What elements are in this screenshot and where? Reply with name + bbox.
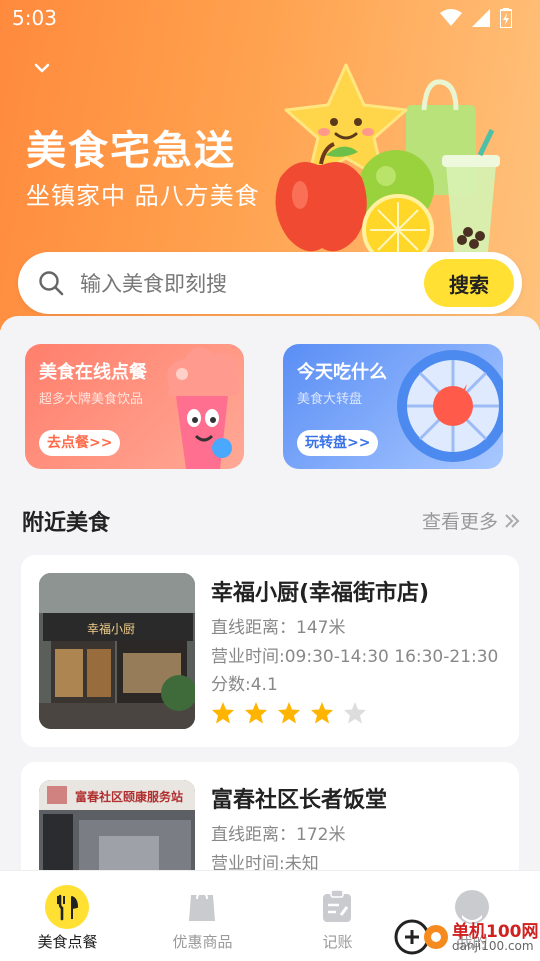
fruit-illustration: [275, 63, 500, 260]
hero-title: 美食宅急送: [26, 128, 236, 174]
restaurant-name: 富春社区长者饭堂: [211, 788, 388, 813]
signal-icon: [472, 9, 490, 27]
tab-deals[interactable]: 优惠商品: [135, 871, 270, 961]
promo-subtitle: 美食大转盘: [297, 392, 363, 407]
battery-icon: [500, 8, 512, 28]
star-filled-icon: [245, 702, 267, 724]
order-now-button[interactable]: 去点餐>>: [39, 430, 121, 456]
tab-label: 美食点餐: [37, 933, 98, 951]
status-time: 5:03: [12, 6, 57, 30]
restaurant-photo: 幸福小厨: [39, 573, 195, 729]
tab-food-order[interactable]: 美食点餐: [0, 871, 135, 961]
search-button[interactable]: 搜索: [424, 259, 514, 307]
utensils-icon: [45, 885, 89, 929]
spin-wheel-button[interactable]: 玩转盘>>: [297, 430, 379, 456]
view-more-label: 查看更多: [421, 511, 498, 533]
restaurant-distance: 直线距离：147米: [211, 618, 346, 638]
tab-bookkeeping[interactable]: 记账: [270, 871, 405, 961]
rating-stars: [211, 701, 367, 725]
search-icon: [39, 271, 64, 296]
wifi-icon: [440, 9, 462, 26]
promo-subtitle: 超多大牌美食饮品: [39, 392, 144, 407]
watermark-logo-icon: [394, 919, 448, 955]
watermark-url: danji100.com: [452, 939, 534, 953]
double-chevron-right-icon: [505, 513, 520, 528]
clipboard-icon: [323, 889, 351, 922]
milkshake-icon: [167, 347, 240, 469]
site-watermark: 单机100网 danji100.com: [392, 915, 540, 960]
restaurant-name: 幸福小厨(幸福街市店): [211, 581, 430, 606]
star-filled-icon: [278, 702, 300, 724]
spin-wheel-icon: [397, 350, 503, 462]
search-bar: 搜索: [18, 252, 522, 314]
store-sign-text: 富春社区颐康服务站: [75, 789, 183, 804]
tab-label: 记账: [322, 933, 353, 951]
status-bar: 5:03: [0, 0, 540, 36]
restaurant-card[interactable]: 幸福小厨 幸福小厨(幸福街市店) 直线距离：147米 营业时间:09:30-14…: [21, 555, 519, 747]
promo-online-order[interactable]: 美食在线点餐 超多大牌美食饮品 去点餐>>: [25, 344, 244, 469]
search-input[interactable]: [78, 264, 382, 304]
restaurant-score: 分数:4.1: [211, 675, 278, 695]
shopping-bag-icon: [189, 891, 215, 921]
store-sign-text: 幸福小厨: [87, 621, 135, 636]
restaurant-distance: 直线距离：172米: [211, 825, 346, 845]
hero-subtitle: 坐镇家中 品八方美食: [26, 182, 260, 210]
view-more-link[interactable]: 查看更多: [422, 507, 520, 534]
promo-title: 今天吃什么: [297, 362, 387, 383]
star-filled-icon: [311, 702, 333, 724]
promo-food-wheel[interactable]: 今天吃什么 美食大转盘 玩转盘>>: [283, 344, 503, 469]
star-empty-icon: [344, 702, 366, 724]
chevron-down-icon[interactable]: [30, 56, 54, 80]
tab-label: 优惠商品: [172, 933, 233, 951]
nearby-section-title: 附近美食: [22, 511, 111, 536]
promo-title: 美食在线点餐: [39, 362, 147, 383]
restaurant-hours: 营业时间:09:30-14:30 16:30-21:30: [211, 647, 499, 667]
star-filled-icon: [212, 702, 234, 724]
